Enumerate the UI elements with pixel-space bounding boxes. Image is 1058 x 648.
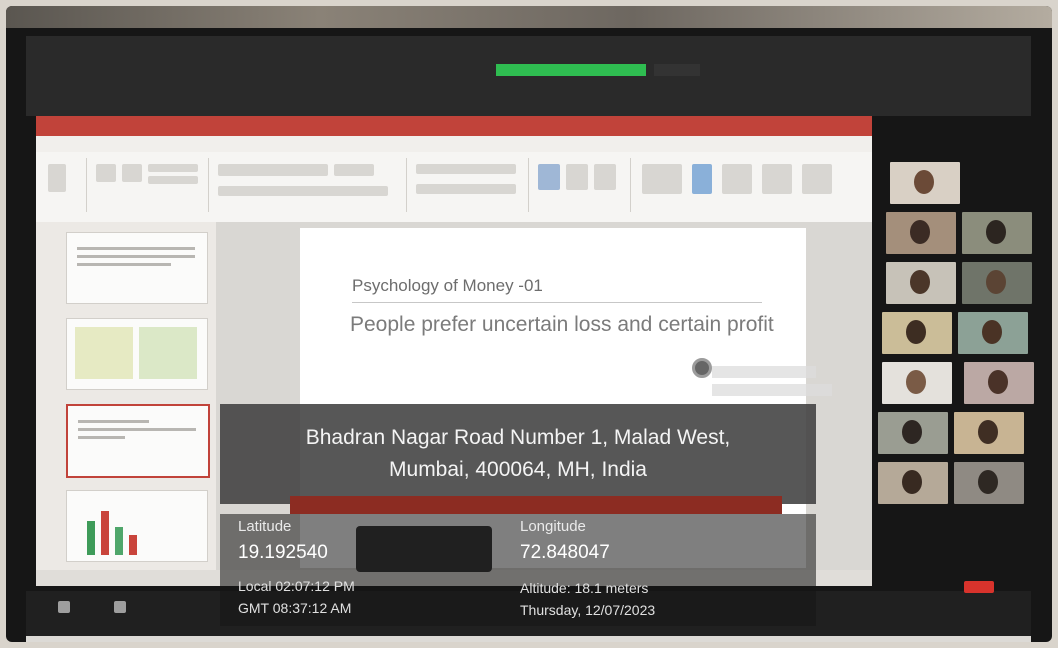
drawing-group[interactable]: [530, 158, 631, 212]
clipboard-group[interactable]: [42, 158, 87, 212]
paragraph-group[interactable]: [408, 158, 529, 212]
local-time: Local 02:07:12 PM: [238, 578, 355, 594]
pointer-dot-icon: [692, 358, 712, 378]
gmt-time: GMT 08:37:12 AM: [238, 600, 352, 616]
participant-tile[interactable]: [886, 262, 956, 304]
participant-gallery: [878, 162, 1034, 542]
leave-meeting-button[interactable]: [964, 581, 994, 593]
ribbon-tabs[interactable]: [36, 136, 872, 152]
participant-tile[interactable]: [882, 312, 952, 354]
zoom-title-bar: [36, 44, 1016, 62]
participant-tile[interactable]: [878, 412, 948, 454]
zoom-top-bar: [26, 36, 1031, 116]
powerpoint-titlebar: [36, 116, 872, 136]
longitude-label: Longitude: [520, 518, 586, 535]
altitude: Altitude: 18.1 meters: [520, 580, 649, 596]
address-line-2: Mumbai, 400064, MH, India: [389, 458, 647, 481]
slide-thumbnail-3[interactable]: [66, 404, 210, 478]
mute-button[interactable]: [46, 601, 82, 616]
screen-share-banner[interactable]: [496, 64, 646, 76]
slide-thumbnail-pane: [36, 222, 216, 586]
participant-tile[interactable]: [878, 462, 948, 504]
latitude-value: 19.192540: [238, 542, 328, 563]
participant-tile[interactable]: [890, 162, 960, 204]
participant-tile[interactable]: [882, 362, 952, 404]
font-group[interactable]: [210, 158, 407, 212]
geotag-address: Bhadran Nagar Road Number 1, Malad West,…: [220, 422, 816, 486]
slides-group[interactable]: [88, 158, 209, 212]
participant-tile[interactable]: [954, 462, 1024, 504]
slide-body-text: People prefer uncertain loss and certain…: [350, 313, 774, 336]
latitude-label: Latitude: [238, 518, 292, 535]
slide-heading: Psychology of Money -01: [352, 276, 543, 295]
participant-tile[interactable]: [954, 412, 1024, 454]
slide-divider: [352, 302, 762, 303]
participant-tile[interactable]: [964, 362, 1034, 404]
geotag-address-panel: Bhadran Nagar Road Number 1, Malad West,…: [220, 404, 816, 504]
video-button[interactable]: [102, 601, 138, 616]
slide-thumbnail-2[interactable]: [66, 318, 208, 390]
slide-thumbnail-1[interactable]: [66, 232, 208, 304]
participant-tile[interactable]: [962, 212, 1032, 254]
room-background: [6, 6, 1052, 28]
ribbon-toolbar: [36, 152, 872, 223]
longitude-value: 72.848047: [520, 542, 610, 563]
participant-tile[interactable]: [886, 212, 956, 254]
windows-taskbar: [26, 636, 1031, 642]
geotag-map-strip: [290, 496, 782, 514]
editing-group[interactable]: [632, 158, 862, 212]
slide-thumbnail-4[interactable]: [66, 490, 208, 562]
stop-share-button[interactable]: [654, 64, 700, 76]
address-line-1: Bhadran Nagar Road Number 1, Malad West,: [305, 426, 731, 449]
date: Thursday, 12/07/2023: [520, 602, 656, 618]
participant-tile[interactable]: [962, 262, 1032, 304]
participant-tile[interactable]: [958, 312, 1028, 354]
